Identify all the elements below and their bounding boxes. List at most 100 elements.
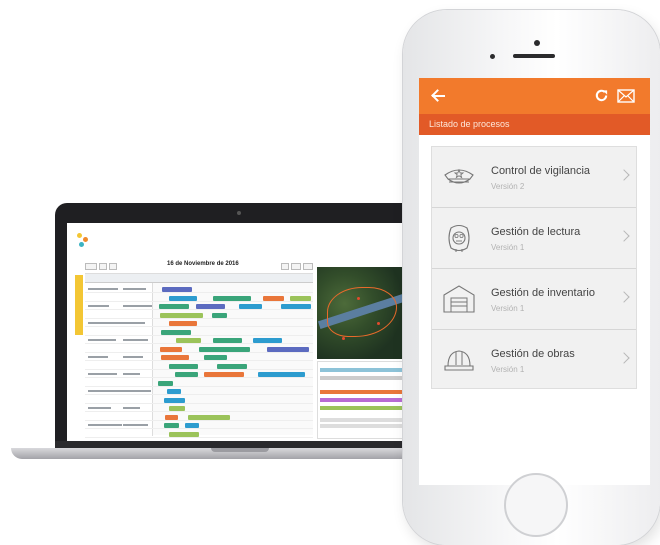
event-bar[interactable] <box>161 287 192 292</box>
event-bar[interactable] <box>168 363 199 369</box>
event-bar[interactable] <box>203 372 245 377</box>
resource-label <box>88 390 125 392</box>
view-day-button[interactable] <box>281 263 289 270</box>
process-item-gestion-obras[interactable]: Gestión de obras Versión 1 <box>432 330 636 391</box>
view-month-button[interactable] <box>303 263 313 270</box>
resource-label <box>123 373 140 375</box>
event-bar[interactable] <box>169 406 185 411</box>
hard-hat-icon <box>444 350 474 371</box>
prev-button[interactable] <box>99 263 107 270</box>
event-bar[interactable] <box>161 355 190 360</box>
scheduler-row <box>85 419 313 421</box>
event-bar[interactable] <box>174 372 198 377</box>
event-bar[interactable] <box>217 363 248 369</box>
scheduler-grid <box>85 273 313 438</box>
phone-device: Listado de procesos Control de vigilanci… <box>403 10 660 545</box>
laptop-notch <box>211 448 269 452</box>
event-bar[interactable] <box>199 346 251 352</box>
event-bar[interactable] <box>161 329 192 335</box>
map-pin[interactable] <box>357 297 360 300</box>
event-bar[interactable] <box>168 295 198 301</box>
process-version: Versión 1 <box>491 304 525 313</box>
water-meter-icon <box>448 224 470 252</box>
resource-label <box>123 407 141 409</box>
process-title: Control de vigilancia <box>491 165 591 177</box>
scheduler-row <box>85 343 313 344</box>
event-bar[interactable] <box>164 423 180 428</box>
chevron-right-icon <box>618 230 630 242</box>
map-route <box>327 287 397 337</box>
police-cap-icon <box>444 168 474 184</box>
process-item-control-vigilancia[interactable]: Control de vigilancia Versión 2 <box>432 147 636 208</box>
process-version: Versión 1 <box>491 243 525 252</box>
map-pin[interactable] <box>342 337 345 340</box>
resource-label <box>88 339 117 341</box>
event-bar[interactable] <box>169 431 199 437</box>
event-bar[interactable] <box>159 346 183 352</box>
map-view[interactable] <box>317 267 409 359</box>
chevron-right-icon <box>618 169 630 181</box>
arrow-left-icon[interactable] <box>429 86 449 106</box>
scheduler-row <box>85 292 313 293</box>
event-bar[interactable] <box>262 295 285 301</box>
event-bar[interactable] <box>188 414 230 420</box>
event-bar[interactable] <box>196 304 225 309</box>
event-bar[interactable] <box>165 414 178 420</box>
scheduler-row <box>85 377 313 378</box>
scheduler-row <box>85 385 313 387</box>
resource-label <box>88 373 118 375</box>
refresh-icon[interactable] <box>594 88 609 103</box>
event-bar[interactable] <box>166 389 181 394</box>
event-bar[interactable] <box>290 295 311 301</box>
scheduler-row <box>85 360 313 361</box>
detail-row <box>320 406 406 410</box>
event-bar[interactable] <box>266 346 309 352</box>
resource-label <box>123 424 148 426</box>
laptop-camera <box>237 211 241 215</box>
detail-panel <box>317 361 409 439</box>
map-pin[interactable] <box>377 322 380 325</box>
resource-label <box>123 288 147 290</box>
resource-label <box>123 339 149 341</box>
event-bar[interactable] <box>164 397 186 403</box>
process-version: Versión 1 <box>491 365 525 374</box>
detail-row <box>320 390 406 394</box>
event-bar[interactable] <box>184 423 200 428</box>
phone-display: Listado de procesos Control de vigilanci… <box>419 78 650 485</box>
resource-label <box>123 390 151 392</box>
event-bar[interactable] <box>212 338 243 343</box>
scheduler-row <box>85 402 313 404</box>
event-bar[interactable] <box>258 372 305 377</box>
process-item-gestion-inventario[interactable]: Gestión de inventario Versión 1 <box>432 269 636 330</box>
scheduler-row <box>85 411 313 412</box>
resource-label <box>123 322 146 324</box>
today-button[interactable] <box>85 263 97 270</box>
view-week-button[interactable] <box>291 263 301 270</box>
phone-home-button[interactable] <box>504 473 568 537</box>
event-bar[interactable] <box>238 304 263 309</box>
detail-row <box>320 418 406 422</box>
event-bar[interactable] <box>212 295 252 301</box>
event-bar[interactable] <box>252 338 283 343</box>
scheduler-side-tab[interactable] <box>75 275 83 335</box>
scheduler-row <box>85 436 313 438</box>
event-bar[interactable] <box>280 304 311 309</box>
scheduler-row <box>85 334 313 336</box>
event-bar[interactable] <box>169 321 198 326</box>
laptop-chin: MacBook <box>55 441 425 455</box>
phone-sensor <box>490 54 495 59</box>
mail-icon[interactable] <box>617 89 635 103</box>
laptop-screen: 16 de Noviembre de 2016 <box>67 223 413 441</box>
next-button[interactable] <box>109 263 117 270</box>
event-bar[interactable] <box>212 312 228 318</box>
event-bar[interactable] <box>176 338 202 343</box>
process-item-gestion-lectura[interactable]: Gestión de lectura Versión 1 <box>432 208 636 269</box>
event-bar[interactable] <box>157 380 173 386</box>
resource-label <box>88 356 109 358</box>
resource-label <box>88 407 111 409</box>
scheduler-row <box>85 326 313 327</box>
process-title: Gestión de obras <box>491 348 575 360</box>
event-bar[interactable] <box>160 312 203 318</box>
event-bar[interactable] <box>204 355 227 360</box>
event-bar[interactable] <box>159 304 190 309</box>
